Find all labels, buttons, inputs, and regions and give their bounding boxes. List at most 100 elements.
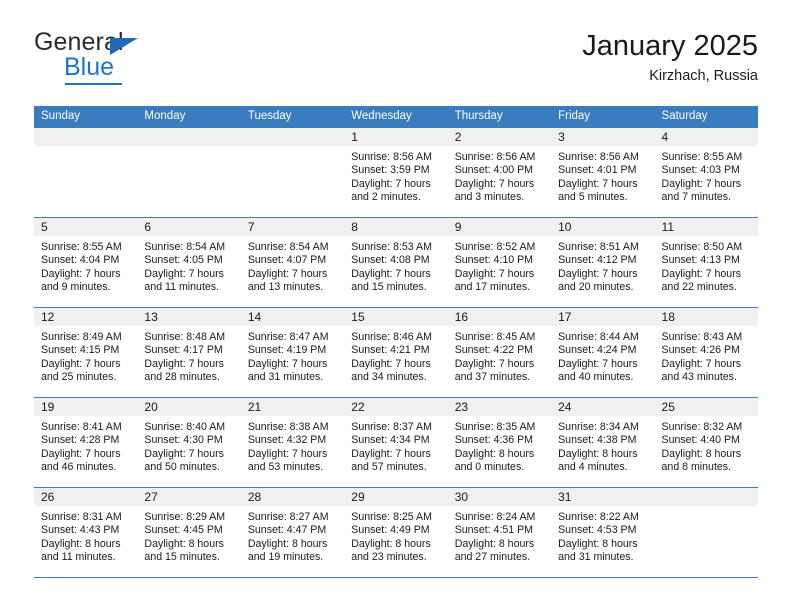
calendar-day-cell[interactable]: 10 Sunrise: 8:51 AM Sunset: 4:12 PM Dayligh…: [551, 218, 655, 307]
calendar-day-cell[interactable]: 28 Sunrise: 8:27 AM Sunset: 4:47 PM Dayligh…: [240, 488, 345, 577]
calendar-day-cell[interactable]: 12 Sunrise: 8:49 AM Sunset: 4:15 PM Dayligh…: [34, 308, 138, 397]
calendar-day-cell[interactable]: 14 Sunrise: 8:47 AM Sunset: 4:19 PM Dayligh…: [240, 308, 345, 397]
day-number-band: 6: [137, 218, 241, 236]
day-number-band: 18: [654, 308, 758, 326]
day-details: Sunrise: 8:54 AM Sunset: 4:07 PM Daylight:…: [241, 236, 344, 295]
calendar-day-cell[interactable]: 7 Sunrise: 8:54 AM Sunset: 4:07 PM Daylight…: [240, 218, 345, 307]
day-detail-line: Sunrise: 8:32 AM: [661, 421, 743, 433]
day-detail-line: Sunset: 4:53 PM: [558, 524, 637, 537]
calendar-day-cell[interactable]: 25 Sunrise: 8:32 AM Sunset: 4:40 PM Dayligh…: [654, 398, 758, 487]
calendar-day-cell[interactable]: 6 Sunrise: 8:54 AM Sunset: 4:05 PM Daylight…: [137, 218, 241, 307]
day-detail-line: Sunrise: 8:52 AM: [454, 241, 536, 253]
calendar-day-cell[interactable]: 15 Sunrise: 8:46 AM Sunset: 4:21 PM Dayligh…: [344, 308, 448, 397]
day-number: 11: [661, 220, 674, 234]
calendar-day-cell[interactable]: 29 Sunrise: 8:25 AM Sunset: 4:49 PM Dayligh…: [344, 488, 448, 577]
day-number-band: 7: [240, 218, 345, 236]
day-detail-line: and 31 minutes.: [247, 371, 324, 384]
calendar-day-cell[interactable]: 21 Sunrise: 8:38 AM Sunset: 4:32 PM Dayligh…: [240, 398, 345, 487]
calendar-page: General Blue January 2025 Kirzhach, Russ…: [0, 0, 792, 612]
day-details: Sunrise: 8:24 AM Sunset: 4:51 PM Daylight:…: [448, 506, 551, 565]
day-details: Sunrise: 8:52 AM Sunset: 4:10 PM Daylight:…: [448, 236, 551, 295]
day-number: 19: [41, 400, 55, 414]
day-number-band: 2: [447, 128, 552, 146]
day-detail-line: Sunset: 4:28 PM: [41, 434, 120, 447]
day-number-band: 3: [551, 128, 655, 146]
day-number-band: 22: [344, 398, 448, 416]
calendar-day-cell[interactable]: 16 Sunrise: 8:45 AM Sunset: 4:22 PM Dayligh…: [447, 308, 552, 397]
day-number-band: 21: [240, 398, 345, 416]
day-number-band: 11: [654, 218, 758, 236]
day-detail-line: Sunrise: 8:25 AM: [351, 511, 432, 523]
weekday-header-monday: Monday: [144, 110, 186, 122]
day-detail-line: Sunset: 4:04 PM: [41, 254, 120, 267]
day-number-band: 27: [137, 488, 241, 506]
day-details: Sunrise: 8:31 AM Sunset: 4:43 PM Daylight:…: [34, 506, 137, 565]
day-detail-line: and 2 minutes.: [351, 191, 421, 204]
day-details: Sunrise: 8:55 AM Sunset: 4:04 PM Daylight:…: [34, 236, 137, 295]
weekday-header-sunday: Sunday: [41, 110, 81, 122]
weekday-header-tuesday: Tuesday: [247, 110, 292, 122]
calendar-day-cell[interactable]: 8 Sunrise: 8:53 AM Sunset: 4:08 PM Daylight…: [344, 218, 448, 307]
day-number: 30: [454, 490, 469, 504]
calendar-day-cell[interactable]: 30 Sunrise: 8:24 AM Sunset: 4:51 PM Dayligh…: [447, 488, 552, 577]
day-details: Sunrise: 8:34 AM Sunset: 4:38 PM Daylight:…: [551, 416, 654, 475]
day-detail-line: Sunset: 4:15 PM: [41, 344, 120, 357]
day-detail-line: Sunset: 4:34 PM: [351, 434, 430, 447]
calendar-day-cell[interactable]: 19 Sunrise: 8:41 AM Sunset: 4:28 PM Dayligh…: [34, 398, 138, 487]
day-detail-line: Daylight: 7 hours: [247, 267, 328, 280]
day-detail-line: Sunrise: 8:35 AM: [454, 421, 536, 433]
day-detail-line: Daylight: 7 hours: [661, 177, 742, 190]
calendar-day-cell[interactable]: 5 Sunrise: 8:55 AM Sunset: 4:04 PM Daylight…: [34, 218, 138, 307]
calendar-day-cell[interactable]: 3 Sunrise: 8:56 AM Sunset: 4:01 PM Daylight…: [551, 128, 655, 217]
day-number: 18: [661, 310, 675, 324]
day-detail-line: Daylight: 7 hours: [558, 267, 638, 280]
day-detail-line: and 20 minutes.: [558, 281, 634, 294]
calendar-day-cell[interactable]: 4 Sunrise: 8:55 AM Sunset: 4:03 PM Daylight…: [654, 128, 758, 217]
day-detail-line: Sunrise: 8:44 AM: [558, 331, 639, 343]
day-detail-line: and 15 minutes.: [351, 281, 427, 294]
day-details: Sunrise: 8:49 AM Sunset: 4:15 PM Daylight:…: [34, 326, 137, 385]
day-detail-line: Daylight: 7 hours: [558, 357, 638, 370]
calendar-day-cell[interactable]: 27 Sunrise: 8:29 AM Sunset: 4:45 PM Dayligh…: [137, 488, 241, 577]
day-details: Sunrise: 8:56 AM Sunset: 4:00 PM Daylight:…: [448, 146, 551, 205]
day-number: 6: [144, 220, 152, 234]
calendar-day-cell[interactable]: 1 Sunrise: 8:56 AM Sunset: 3:59 PM Daylight…: [344, 128, 448, 217]
day-number-band: 19: [34, 398, 138, 416]
day-detail-line: Daylight: 7 hours: [454, 267, 535, 280]
day-details: Sunrise: 8:40 AM Sunset: 4:30 PM Daylight:…: [137, 416, 240, 475]
calendar-day-cell[interactable]: 24 Sunrise: 8:34 AM Sunset: 4:38 PM Dayligh…: [551, 398, 655, 487]
day-detail-line: Daylight: 7 hours: [144, 447, 224, 460]
calendar-day-cell[interactable]: 23 Sunrise: 8:35 AM Sunset: 4:36 PM Dayligh…: [447, 398, 552, 487]
day-detail-line: Daylight: 7 hours: [351, 267, 431, 280]
calendar-day-cell[interactable]: 13 Sunrise: 8:48 AM Sunset: 4:17 PM Dayligh…: [137, 308, 241, 397]
calendar-day-cell[interactable]: 26 Sunrise: 8:31 AM Sunset: 4:43 PM Dayligh…: [34, 488, 138, 577]
calendar-day-cell[interactable]: 18 Sunrise: 8:43 AM Sunset: 4:26 PM Dayligh…: [654, 308, 758, 397]
day-number: 23: [454, 400, 469, 414]
day-detail-line: Daylight: 8 hours: [144, 537, 224, 550]
calendar-day-cell[interactable]: 9 Sunrise: 8:52 AM Sunset: 4:10 PM Daylight…: [447, 218, 552, 307]
calendar-day-cell[interactable]: 31 Sunrise: 8:22 AM Sunset: 4:53 PM Dayligh…: [551, 488, 655, 577]
day-number: 10: [558, 220, 572, 234]
day-details: Sunrise: 8:25 AM Sunset: 4:49 PM Daylight:…: [344, 506, 447, 565]
day-number: 20: [144, 400, 158, 414]
calendar-day-cell[interactable]: 22 Sunrise: 8:37 AM Sunset: 4:34 PM Dayligh…: [344, 398, 448, 487]
day-number-band: 31: [551, 488, 655, 506]
general-blue-logo[interactable]: General Blue: [34, 30, 254, 92]
day-detail-line: Sunrise: 8:34 AM: [558, 421, 639, 433]
day-detail-line: Sunrise: 8:40 AM: [144, 421, 226, 433]
day-detail-line: Sunrise: 8:22 AM: [558, 511, 639, 523]
day-detail-line: Daylight: 7 hours: [41, 267, 121, 280]
day-details: Sunrise: 8:56 AM Sunset: 3:59 PM Daylight:…: [344, 146, 447, 205]
calendar-day-cell[interactable]: 11 Sunrise: 8:50 AM Sunset: 4:13 PM Dayligh…: [654, 218, 758, 307]
calendar-day-cell[interactable]: 20 Sunrise: 8:40 AM Sunset: 4:30 PM Dayligh…: [137, 398, 241, 487]
day-number-band: 20: [137, 398, 241, 416]
calendar-day-cell[interactable]: 2 Sunrise: 8:56 AM Sunset: 4:00 PM Daylight…: [447, 128, 552, 217]
day-detail-line: Daylight: 7 hours: [247, 357, 328, 370]
weekday-header-row: Sunday Monday Tuesday Wednesday Thursday Frid…: [34, 106, 758, 127]
day-detail-line: Sunrise: 8:55 AM: [41, 241, 122, 253]
day-detail-line: Sunset: 4:12 PM: [558, 254, 637, 267]
day-number: 25: [661, 400, 675, 414]
calendar-day-cell[interactable]: 17 Sunrise: 8:44 AM Sunset: 4:24 PM Dayligh…: [551, 308, 655, 397]
weekday-header-thursday: Thursday: [454, 110, 503, 122]
day-detail-line: Sunset: 4:30 PM: [144, 434, 223, 447]
